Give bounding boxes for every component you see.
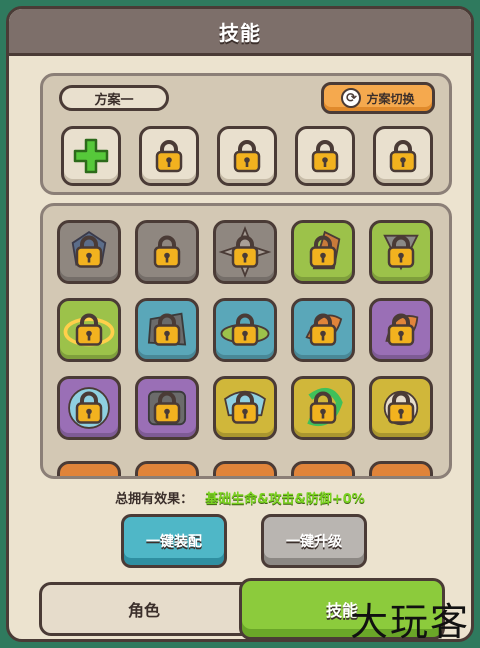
lock-icon [155, 140, 183, 173]
skill-cell-gold-orb-skill[interactable] [369, 376, 433, 440]
lock-icon [386, 235, 416, 273]
skill-cell-green-ring-skill[interactable] [57, 298, 121, 362]
tab-role[interactable]: 角色 [39, 582, 249, 636]
lock-icon [389, 140, 417, 173]
skill-cell-teal-flame-skill[interactable] [291, 298, 355, 362]
scheme-switch-label: 方案切换 [366, 91, 415, 106]
skill-slot-locked[interactable] [295, 126, 355, 186]
skill-panel: 技能 方案一 ⟳ 方案切换 总拥有效果： 基础生命&攻击&防御+0% 一键装配 一… [6, 6, 474, 642]
total-effect-value: 基础生命&攻击&防御+0% [205, 492, 365, 507]
skill-collection-panel [40, 203, 452, 479]
skill-cell-gray-rocky-skill[interactable] [57, 220, 121, 284]
lock-icon [311, 140, 339, 173]
lock-icon [386, 391, 416, 429]
lock-icon [152, 391, 182, 429]
skill-slot-locked[interactable] [139, 126, 199, 186]
skill-cell-purple-rock-skill[interactable] [135, 376, 199, 440]
skill-cell-partial[interactable] [369, 461, 433, 476]
lock-icon [308, 235, 338, 273]
skill-cell-green-trident-skill[interactable] [369, 220, 433, 284]
watermark-text: 大玩客 [349, 600, 470, 644]
lock-icon [74, 235, 104, 273]
lock-icon [308, 391, 338, 429]
skill-cell-partial[interactable] [213, 461, 277, 476]
skill-slot-add[interactable] [61, 126, 121, 186]
skill-cell-green-fire-skill[interactable] [291, 220, 355, 284]
one-click-equip-button[interactable]: 一键装配 [121, 514, 227, 568]
lock-icon [230, 391, 260, 429]
lock-icon [152, 313, 182, 351]
total-effect-label: 总拥有效果： [115, 492, 194, 507]
lock-icon [233, 140, 261, 173]
skill-cell-partial[interactable] [291, 461, 355, 476]
lock-icon [386, 313, 416, 351]
scheme-switch-button[interactable]: ⟳ 方案切换 [321, 82, 435, 114]
total-effect: 总拥有效果： 基础生命&攻击&防御+0% [9, 488, 471, 507]
lock-icon [74, 313, 104, 351]
lock-icon [230, 235, 260, 273]
skill-cell-gray-lock-skill[interactable] [135, 220, 199, 284]
skill-cell-gray-star-skill[interactable] [213, 220, 277, 284]
lock-icon [74, 391, 104, 429]
skill-cell-teal-leaf-skill[interactable] [213, 298, 277, 362]
scheme-name: 方案一 [59, 85, 169, 111]
skill-cell-purple-gear-skill[interactable] [57, 376, 121, 440]
skill-cell-gold-cloud-skill[interactable] [213, 376, 277, 440]
skill-slot-locked[interactable] [217, 126, 277, 186]
skill-slot-locked[interactable] [373, 126, 433, 186]
skill-cell-partial[interactable] [57, 461, 121, 476]
skill-cell-purple-fire-skill[interactable] [369, 298, 433, 362]
plus-icon [73, 138, 109, 174]
title-bar: 技能 [9, 9, 471, 56]
swap-icon: ⟳ [341, 88, 362, 108]
scheme-panel: 方案一 ⟳ 方案切换 [40, 73, 452, 195]
one-click-upgrade-button[interactable]: 一键升级 [261, 514, 367, 568]
skill-cell-partial[interactable] [135, 461, 199, 476]
lock-icon [230, 313, 260, 351]
lock-icon [308, 313, 338, 351]
skill-cell-teal-rock-skill[interactable] [135, 298, 199, 362]
page-title: 技能 [219, 20, 261, 45]
lock-icon [152, 235, 182, 273]
skill-cell-gold-swirl-skill[interactable] [291, 376, 355, 440]
